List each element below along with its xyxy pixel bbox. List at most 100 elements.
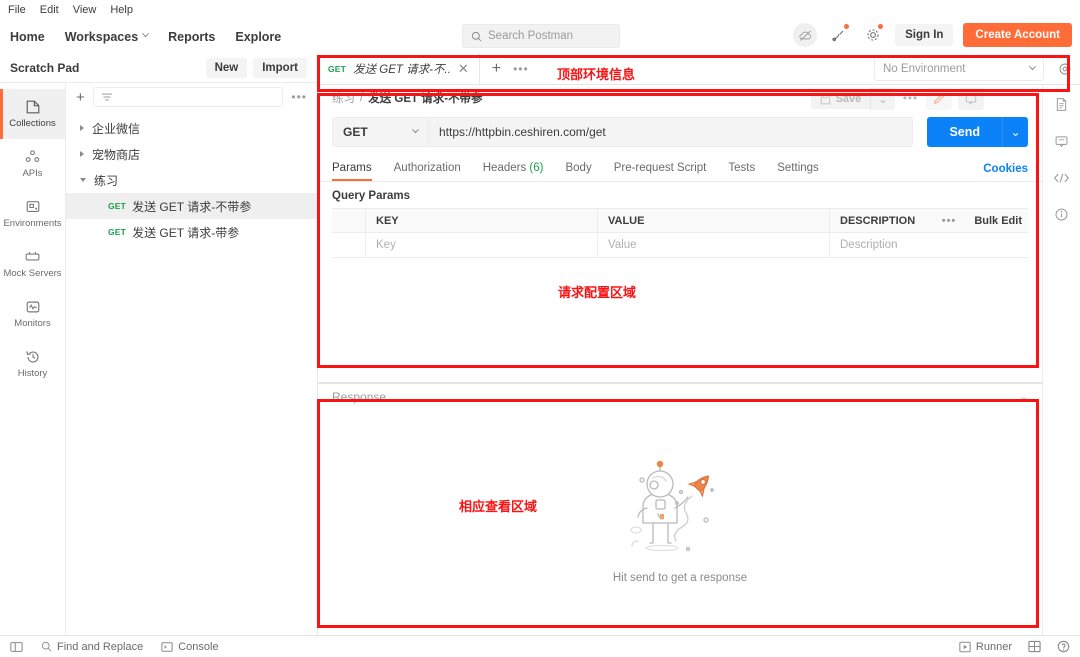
tree-folder-qiyeweixin[interactable]: 企业微信 <box>66 115 317 141</box>
save-button[interactable]: Save <box>810 89 871 109</box>
tab-authorization-label: Authorization <box>393 162 461 174</box>
menu-item-edit[interactable]: Edit <box>40 4 59 16</box>
main-column: GET 发送 GET 请求-不.. ✕ + ••• No Environment <box>318 52 1080 635</box>
breadcrumb: 练习 / 发送 GET 请求-不带参 Save ⌄ ••• <box>318 85 1042 111</box>
settings-gear-button[interactable] <box>861 23 885 47</box>
nav-reports[interactable]: Reports <box>168 30 215 44</box>
close-icon[interactable]: ✕ <box>458 61 469 77</box>
column-header-value: VALUE <box>598 209 830 232</box>
environment-selected-value: No Environment <box>883 63 966 75</box>
tabs-more-icon[interactable]: ••• <box>513 62 529 76</box>
code-snippet-button[interactable] <box>1053 171 1070 185</box>
nav-workspaces[interactable]: Workspaces <box>65 30 150 44</box>
tree-request-get-with-params[interactable]: GET 发送 GET 请求-带参 <box>66 219 317 245</box>
sidebar-rail: Collections APIs Environments Mock Serve… <box>0 83 66 635</box>
tab-pre-request-script[interactable]: Pre-request Script <box>603 159 718 181</box>
tree-folder-label: 宠物商店 <box>92 147 141 162</box>
sign-in-button[interactable]: Sign In <box>895 24 954 46</box>
mock-servers-icon <box>25 251 40 261</box>
help-button[interactable] <box>1057 640 1070 653</box>
send-button[interactable]: Send <box>927 117 1002 147</box>
tab-settings[interactable]: Settings <box>766 159 830 181</box>
new-tab-icon[interactable]: + <box>480 60 513 78</box>
response-collapse-caret[interactable]: ⌄ <box>1020 392 1028 403</box>
send-options-caret[interactable]: ⌄ <box>1002 117 1028 147</box>
tab-headers[interactable]: Headers (6) <box>472 159 555 181</box>
description-input[interactable]: Description <box>830 233 932 257</box>
runner-button[interactable]: Runner <box>959 641 1012 653</box>
table-more-icon[interactable]: ••• <box>932 215 966 227</box>
runner-label: Runner <box>975 640 1012 653</box>
search-input[interactable]: Search Postman <box>462 24 620 48</box>
tab-tests[interactable]: Tests <box>717 159 766 181</box>
top-right-actions: Sign In Create Account <box>793 23 1072 47</box>
tree-folder-petstore[interactable]: 宠物商店 <box>66 141 317 167</box>
url-input[interactable]: https://httpbin.ceshiren.com/get <box>428 117 914 147</box>
sidebar: Scratch Pad New Import Collections APIs … <box>0 53 318 635</box>
import-button[interactable]: Import <box>253 57 307 78</box>
select-all-checkbox-cell[interactable] <box>332 209 366 232</box>
comments-button[interactable] <box>1054 134 1069 149</box>
url-row: GET https://httpbin.ceshiren.com/get Sen… <box>318 111 1042 155</box>
bulk-edit-link[interactable]: Bulk Edit <box>966 215 1028 227</box>
add-collection-icon[interactable]: + <box>76 89 85 106</box>
menu-item-view[interactable]: View <box>73 4 97 16</box>
sidebar-item-mock-servers[interactable]: Mock Servers <box>0 239 65 289</box>
sidebar-item-collections[interactable]: Collections <box>0 89 65 139</box>
environment-quick-look-icon[interactable] <box>1058 62 1072 76</box>
sidebar-item-environments[interactable]: Environments <box>0 189 65 239</box>
tree-request-get-no-params[interactable]: GET 发送 GET 请求-不带参 <box>66 193 317 219</box>
nav-explore[interactable]: Explore <box>235 30 281 44</box>
grid-layout-icon <box>1028 640 1041 653</box>
documentation-button[interactable] <box>1054 97 1069 112</box>
table-row[interactable]: Key Value Description <box>332 233 1028 257</box>
request-response-area: 练习 / 发送 GET 请求-不带参 Save ⌄ ••• GET https:… <box>318 85 1042 635</box>
eye-icon <box>1059 63 1071 75</box>
scratch-pad-title: Scratch Pad <box>10 60 80 75</box>
chevron-down-icon <box>80 178 86 182</box>
value-input[interactable]: Value <box>598 233 830 257</box>
sidebar-item-monitors[interactable]: Monitors <box>0 289 65 339</box>
table-header-row: KEY VALUE DESCRIPTION ••• Bulk Edit <box>332 209 1028 233</box>
row-checkbox-cell[interactable] <box>332 233 366 257</box>
pencil-icon <box>933 93 945 105</box>
create-account-button[interactable]: Create Account <box>963 23 1072 47</box>
tab-authorization[interactable]: Authorization <box>383 159 472 181</box>
edit-pen-button[interactable] <box>926 88 952 110</box>
request-more-icon[interactable]: ••• <box>895 93 926 105</box>
new-button[interactable]: New <box>205 57 248 78</box>
apis-icon <box>25 150 40 162</box>
info-button[interactable] <box>1054 207 1069 222</box>
layout-toggle-button[interactable] <box>1028 640 1041 653</box>
http-method-select[interactable]: GET <box>332 117 428 147</box>
collections-more-icon[interactable]: ••• <box>291 90 307 104</box>
collections-filter-input[interactable] <box>92 87 284 107</box>
method-badge: GET <box>328 63 347 74</box>
find-and-replace-button[interactable]: Find and Replace <box>41 641 143 653</box>
cookies-link[interactable]: Cookies <box>983 163 1028 175</box>
cloud-sync-icon[interactable] <box>793 23 818 47</box>
tab-body-label: Body <box>565 162 592 174</box>
tab-body[interactable]: Body <box>554 159 602 181</box>
environment-selector[interactable]: No Environment <box>874 57 1044 81</box>
request-tab[interactable]: GET 发送 GET 请求-不.. ✕ <box>318 52 480 85</box>
save-options-caret[interactable]: ⌄ <box>870 88 895 110</box>
sidebar-item-history[interactable]: History <box>0 339 65 389</box>
environments-icon <box>26 201 39 213</box>
collections-panel: + ••• 企业微信 宠物商店 练习 GET 发送 GET 请求-不带参 GET… <box>66 83 317 635</box>
console-button[interactable]: Console <box>161 641 219 653</box>
gear-icon <box>867 29 879 41</box>
invite-icon-button[interactable] <box>827 23 851 47</box>
nav-home[interactable]: Home <box>10 30 45 44</box>
breadcrumb-folder[interactable]: 练习 <box>332 90 355 106</box>
menu-item-help[interactable]: Help <box>110 4 133 16</box>
sidebar-toggle-button[interactable] <box>10 641 23 653</box>
key-input[interactable]: Key <box>366 233 598 257</box>
comment-icon <box>965 94 977 105</box>
menu-item-file[interactable]: File <box>8 4 26 16</box>
tree-folder-lianxi[interactable]: 练习 <box>66 167 317 193</box>
tab-pre-request-script-label: Pre-request Script <box>613 162 707 174</box>
sidebar-item-apis[interactable]: APIs <box>0 139 65 189</box>
comment-button[interactable] <box>958 88 984 110</box>
tab-params[interactable]: Params <box>332 159 383 181</box>
